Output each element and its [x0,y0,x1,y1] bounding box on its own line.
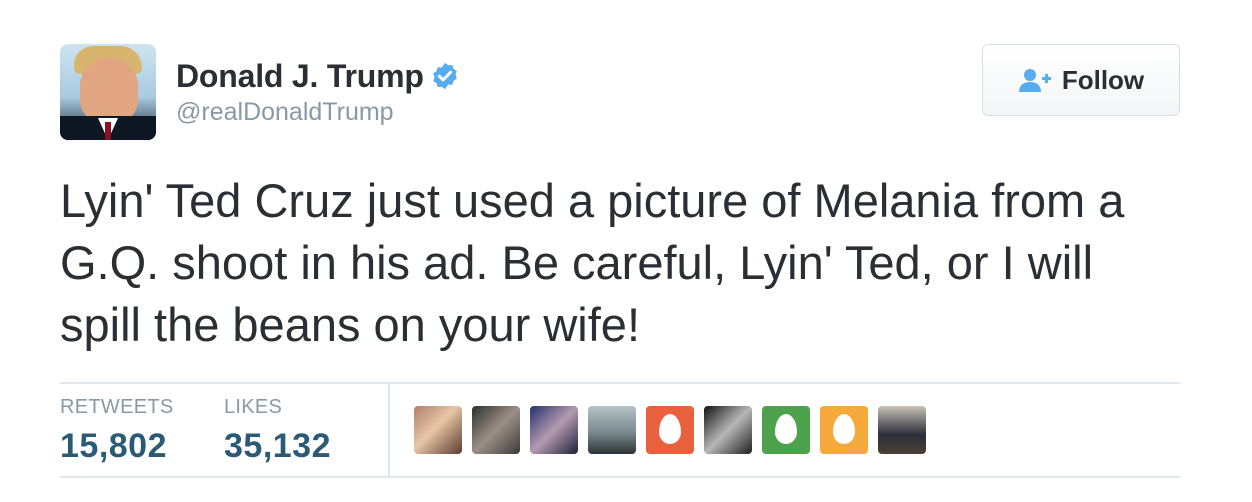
liker-avatar-egg[interactable] [762,406,810,454]
user-identity: Donald J. Trump @realDonaldTrump [176,56,460,127]
liker-avatar-egg[interactable] [646,406,694,454]
avatar-tie [105,122,111,140]
liker-avatar-egg[interactable] [820,406,868,454]
liker-avatar[interactable] [588,406,636,454]
retweets-label: RETWEETS [60,396,174,418]
display-name[interactable]: Donald J. Trump [176,58,424,95]
egg-icon [659,414,681,444]
liker-avatar[interactable] [472,406,520,454]
egg-icon [833,414,855,444]
likes-stat[interactable]: LIKES 35,132 [224,396,331,466]
liker-avatar[interactable] [878,406,926,454]
follow-button-label: Follow [1061,64,1145,95]
liker-avatars [414,406,936,454]
liker-avatar[interactable] [414,406,462,454]
egg-icon [775,414,797,444]
retweets-stat[interactable]: RETWEETS 15,802 [60,396,174,466]
stats-divider-vertical [388,384,390,476]
likes-count: 35,132 [224,427,331,465]
stats-divider-bottom [60,476,1180,478]
liker-avatar[interactable] [704,406,752,454]
user-handle[interactable]: @realDonaldTrump [176,98,460,127]
stats-divider-top [60,382,1180,384]
follow-button[interactable]: Follow [982,44,1180,116]
verified-badge-icon [432,62,457,90]
avatar-face [80,58,138,124]
add-user-icon [1018,69,1051,92]
liker-avatar[interactable] [530,406,578,454]
likes-label: LIKES [224,396,283,418]
retweets-count: 15,802 [60,427,167,465]
user-avatar[interactable] [60,44,156,140]
tweet-text: Lyin' Ted Cruz just used a picture of Me… [60,174,1125,351]
tweet-header: Donald J. Trump @realDonaldTrump Follow [60,44,1180,144]
name-row: Donald J. Trump [176,56,460,96]
